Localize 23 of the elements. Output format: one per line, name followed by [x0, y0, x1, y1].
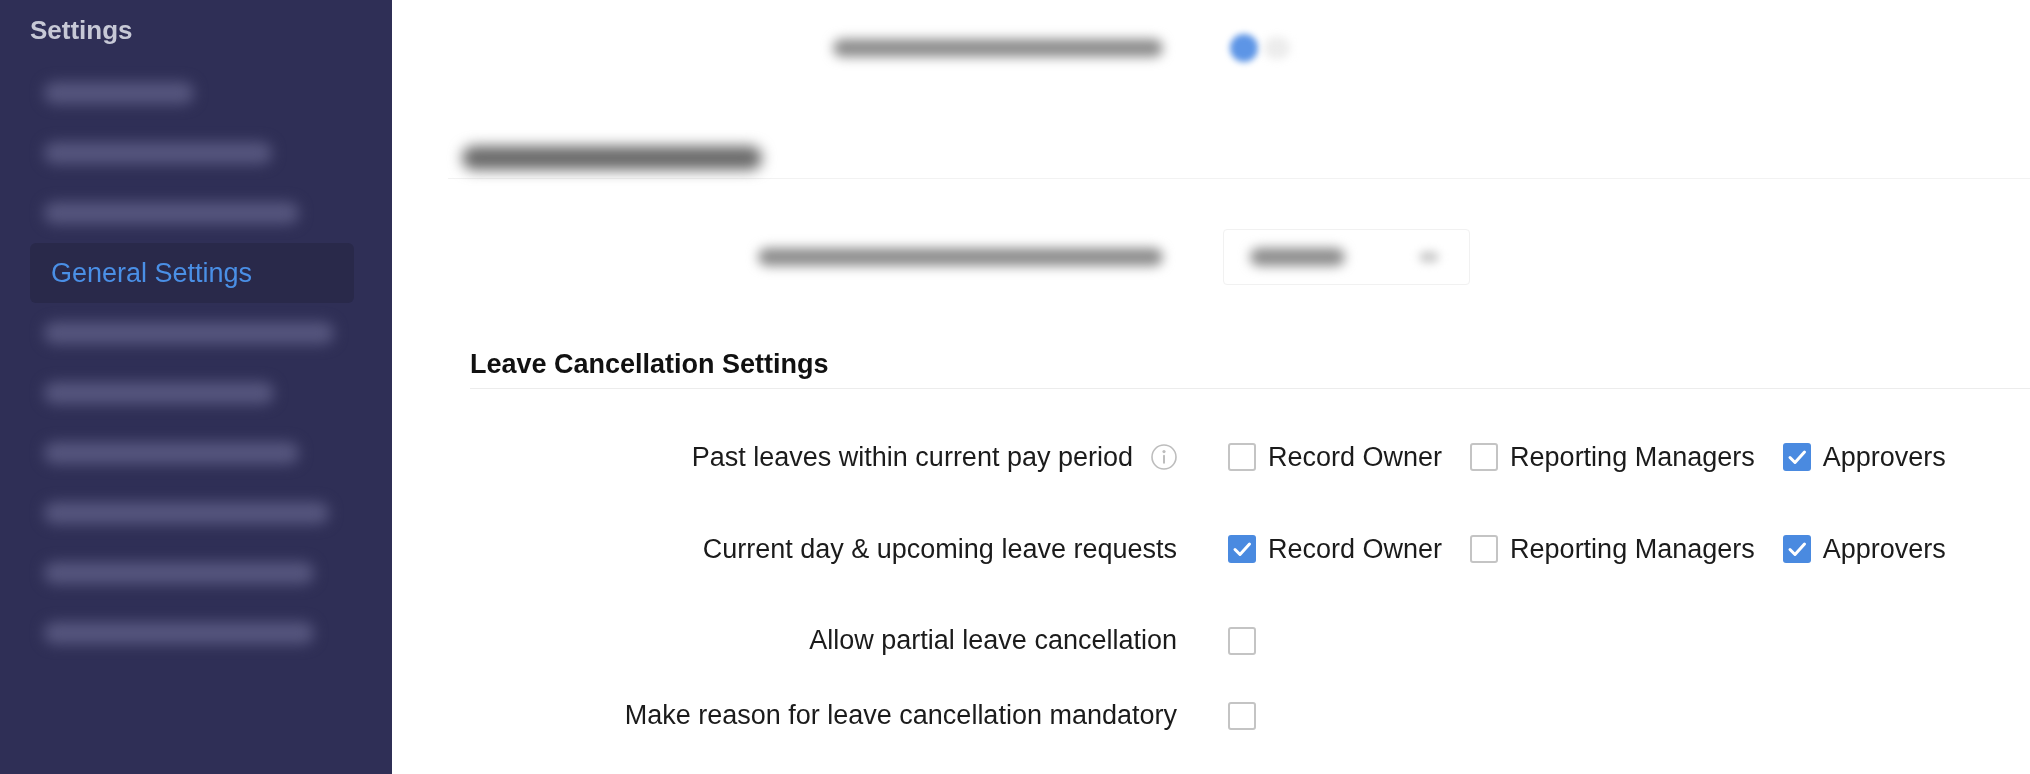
section-heading: Leave Cancellation Settings [470, 349, 829, 380]
checkbox-label[interactable]: Approvers [1822, 441, 1946, 473]
checkbox[interactable] [1470, 535, 1499, 563]
checkbox[interactable] [1782, 443, 1811, 471]
checkbox-label[interactable]: Reporting Managers [1510, 441, 1755, 473]
checkbox-label[interactable]: Approvers [1822, 533, 1946, 565]
sidebar-title: Settings [30, 14, 133, 46]
checkbox[interactable] [1228, 626, 1256, 655]
checkbox-label[interactable]: Reporting Managers [1510, 533, 1755, 565]
checkbox[interactable] [1228, 535, 1256, 563]
checkbox-label[interactable]: Record Owner [1268, 441, 1443, 473]
menu-item[interactable]: General Settings [30, 243, 354, 303]
setting-label: Allow partial leave cancellation [809, 625, 1177, 656]
setting-label: Make reason for leave cancellation mandatory [624, 700, 1177, 731]
blurred-dropdown[interactable] [1223, 229, 1470, 285]
checkbox[interactable] [1782, 535, 1811, 563]
info-icon[interactable] [1151, 444, 1177, 470]
setting-label: Current day & upcoming leave requests [702, 533, 1177, 565]
checkbox-label[interactable]: Record Owner [1268, 533, 1443, 565]
checkbox[interactable] [1470, 443, 1499, 471]
setting-label: Past leaves within current pay period [691, 441, 1133, 473]
checkbox[interactable] [1228, 701, 1256, 730]
checkbox[interactable] [1228, 443, 1256, 471]
